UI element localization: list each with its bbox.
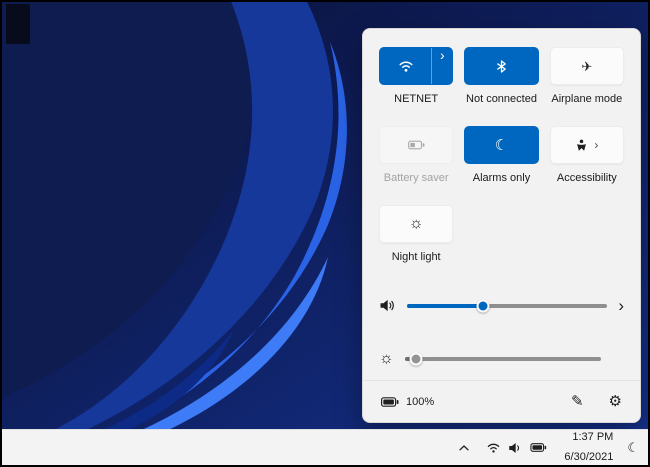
system-tray-status-button[interactable] — [483, 440, 550, 456]
brightness-sun-icon: ☼ — [379, 351, 394, 367]
battery-icon — [381, 397, 399, 407]
battery-saver-tile — [379, 126, 453, 164]
brightness-slider-thumb[interactable] — [410, 353, 423, 366]
taskbar-time: 1:37 PM — [572, 431, 613, 444]
quick-settings-footer: 100% ✎ ⚙ — [363, 380, 640, 422]
brightness-slider[interactable] — [405, 357, 601, 361]
battery-saver-icon — [408, 140, 425, 150]
desktop: › NETNET Not connected ✈ Airplane mode — [0, 0, 650, 467]
bluetooth-icon — [496, 60, 507, 73]
wifi-expand-chevron-icon[interactable]: › — [431, 48, 452, 84]
chevron-up-icon — [459, 445, 469, 451]
battery-percent-label: 100% — [406, 396, 434, 408]
quick-setting-battery-saver: Battery saver — [379, 126, 453, 184]
focus-assist-moon-icon[interactable]: ☾ — [627, 441, 639, 454]
edit-quick-settings-button[interactable]: ✎ — [571, 394, 584, 409]
battery-saver-tile-label: Battery saver — [384, 172, 449, 184]
footer-actions: ✎ ⚙ — [571, 394, 622, 409]
taskbar-clock[interactable]: 1:37 PM 6/30/2021 — [561, 429, 616, 466]
volume-slider-row: › — [379, 297, 624, 314]
alarms-only-tile[interactable]: ☾ — [464, 126, 538, 164]
night-light-tile-label: Night light — [392, 251, 441, 263]
wifi-tile[interactable]: › — [379, 47, 453, 85]
night-light-icon: ☼ — [409, 216, 424, 232]
airplane-icon: ✈ — [581, 60, 592, 73]
pencil-icon: ✎ — [571, 394, 584, 409]
quick-setting-accessibility: › Accessibility — [550, 126, 624, 184]
volume-speaker-icon[interactable] — [379, 299, 396, 312]
bluetooth-tile[interactable] — [464, 47, 538, 85]
tray-volume-icon — [508, 442, 523, 454]
alarms-only-tile-label: Alarms only — [473, 172, 530, 184]
taskbar-date: 6/30/2021 — [564, 451, 613, 464]
quick-setting-night-light: ☼ Night light — [379, 205, 453, 263]
wifi-icon — [380, 60, 431, 72]
accessibility-tile[interactable]: › — [550, 126, 624, 164]
quick-setting-bluetooth: Not connected — [464, 47, 538, 105]
taskbar-overflow-chevron-button[interactable] — [456, 443, 472, 453]
tray-wifi-icon — [486, 442, 501, 453]
gear-icon: ⚙ — [609, 394, 622, 409]
quick-setting-airplane-mode: ✈ Airplane mode — [550, 47, 624, 105]
airplane-mode-tile[interactable]: ✈ — [550, 47, 624, 85]
settings-gear-button[interactable]: ⚙ — [609, 394, 622, 409]
quick-settings-panel: › NETNET Not connected ✈ Airplane mode — [362, 28, 641, 423]
airplane-mode-tile-label: Airplane mode — [551, 93, 622, 105]
volume-slider-fill — [407, 304, 483, 308]
quick-settings-tiles: › NETNET Not connected ✈ Airplane mode — [379, 47, 624, 263]
tray-battery-icon — [530, 443, 547, 452]
bluetooth-tile-label: Not connected — [466, 93, 537, 105]
accessibility-tile-label: Accessibility — [557, 172, 617, 184]
brightness-slider-row: ☼ — [379, 351, 624, 367]
wifi-tile-label: NETNET — [394, 93, 438, 105]
accessibility-person-icon — [575, 139, 588, 152]
quick-setting-wifi: › NETNET — [379, 47, 453, 105]
moon-icon: ☾ — [495, 138, 508, 153]
volume-slider[interactable] — [407, 304, 607, 308]
battery-status-button[interactable]: 100% — [381, 396, 434, 408]
volume-expand-chevron-icon[interactable]: › — [618, 297, 624, 314]
quick-setting-alarms-only: ☾ Alarms only — [464, 126, 538, 184]
accessibility-chevron-icon: › — [594, 139, 598, 151]
taskbar: 1:37 PM 6/30/2021 ☾ — [2, 429, 648, 465]
volume-slider-thumb[interactable] — [477, 299, 490, 312]
night-light-tile[interactable]: ☼ — [379, 205, 453, 243]
